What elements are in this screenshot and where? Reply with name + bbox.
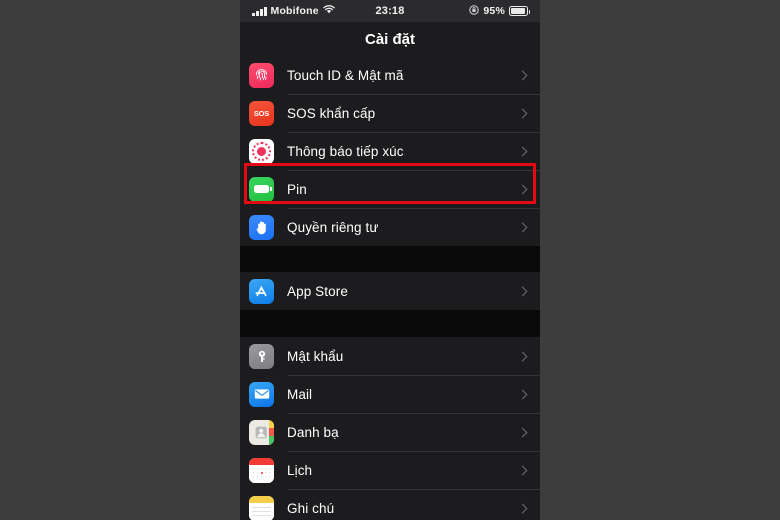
battery-icon <box>509 6 531 16</box>
screenshot-canvas: Mobifone 23:18 95% Cài đặt Touch ID & Mậ… <box>0 0 780 520</box>
chevron-right-icon <box>517 503 528 513</box>
settings-row-label: Thông báo tiếp xúc <box>287 143 404 159</box>
status-bar-left: Mobifone <box>252 5 375 17</box>
settings-row-mail[interactable]: Mail <box>240 375 540 413</box>
settings-row-calendar[interactable]: Lịch <box>240 451 540 489</box>
settings-row-battery[interactable]: Pin <box>240 170 540 208</box>
status-bar-right: 95% <box>405 4 531 18</box>
chevron-right-icon <box>517 286 528 296</box>
iphone-screen: Mobifone 23:18 95% Cài đặt Touch ID & Mậ… <box>240 0 540 520</box>
emergency-sos-icon: SOS <box>249 100 274 126</box>
settings-row-privacy[interactable]: Quyền riêng tư <box>240 208 540 246</box>
touch-id-icon <box>249 62 274 88</box>
settings-row-label: Touch ID & Mật mã <box>287 67 404 83</box>
chevron-right-icon <box>517 351 528 361</box>
notes-icon <box>249 495 274 520</box>
rotation-lock-icon <box>469 4 480 18</box>
settings-row-label: Mail <box>287 386 313 402</box>
chevron-right-icon <box>517 222 528 232</box>
group-gap <box>240 310 540 337</box>
app-store-icon <box>249 278 274 304</box>
settings-row-label: Mật khẩu <box>287 348 344 364</box>
carrier-label: Mobifone <box>270 5 319 17</box>
signal-bars-icon <box>252 6 267 16</box>
chevron-right-icon <box>517 108 528 118</box>
settings-row-touch-id[interactable]: Touch ID & Mật mã <box>240 56 540 94</box>
chevron-right-icon <box>517 427 528 437</box>
settings-row-label: Lịch <box>287 462 313 478</box>
battery-settings-icon <box>249 176 274 202</box>
exposure-notification-icon <box>249 138 274 164</box>
privacy-hand-icon <box>249 214 274 240</box>
battery-percent-label: 95% <box>483 5 506 17</box>
chevron-right-icon <box>517 465 528 475</box>
status-bar: Mobifone 23:18 95% <box>240 0 540 22</box>
wifi-icon <box>323 5 335 17</box>
contacts-icon <box>249 419 274 445</box>
page-title: Cài đặt <box>240 22 540 56</box>
settings-row-contacts[interactable]: Danh bạ <box>240 413 540 451</box>
chevron-right-icon <box>517 184 528 194</box>
settings-row-label: Ghi chú <box>287 500 335 516</box>
mail-icon <box>249 381 274 407</box>
chevron-right-icon <box>517 70 528 80</box>
settings-row-label: Pin <box>287 181 307 197</box>
chevron-right-icon <box>517 389 528 399</box>
settings-row-notes[interactable]: Ghi chú <box>240 489 540 520</box>
settings-row-passwords[interactable]: Mật khẩu <box>240 337 540 375</box>
settings-row-label: Quyền riêng tư <box>287 219 379 235</box>
status-bar-clock: 23:18 <box>375 5 405 17</box>
settings-row-label: App Store <box>287 283 348 299</box>
chevron-right-icon <box>517 146 528 156</box>
settings-group-security: Touch ID & Mật mã SOS SOS khẩn cấp Thông… <box>240 56 540 246</box>
settings-row-emergency-sos[interactable]: SOS SOS khẩn cấp <box>240 94 540 132</box>
settings-group-apps: Mật khẩu Mail Danh bạ Lịch Ghi chú <box>240 337 540 520</box>
calendar-icon <box>249 457 274 483</box>
settings-group-appstore: App Store <box>240 272 540 310</box>
settings-row-exposure-notifications[interactable]: Thông báo tiếp xúc <box>240 132 540 170</box>
settings-row-label: SOS khẩn cấp <box>287 105 376 121</box>
settings-row-app-store[interactable]: App Store <box>240 272 540 310</box>
settings-row-label: Danh bạ <box>287 424 339 440</box>
group-gap <box>240 246 540 272</box>
passwords-key-icon <box>249 343 274 369</box>
